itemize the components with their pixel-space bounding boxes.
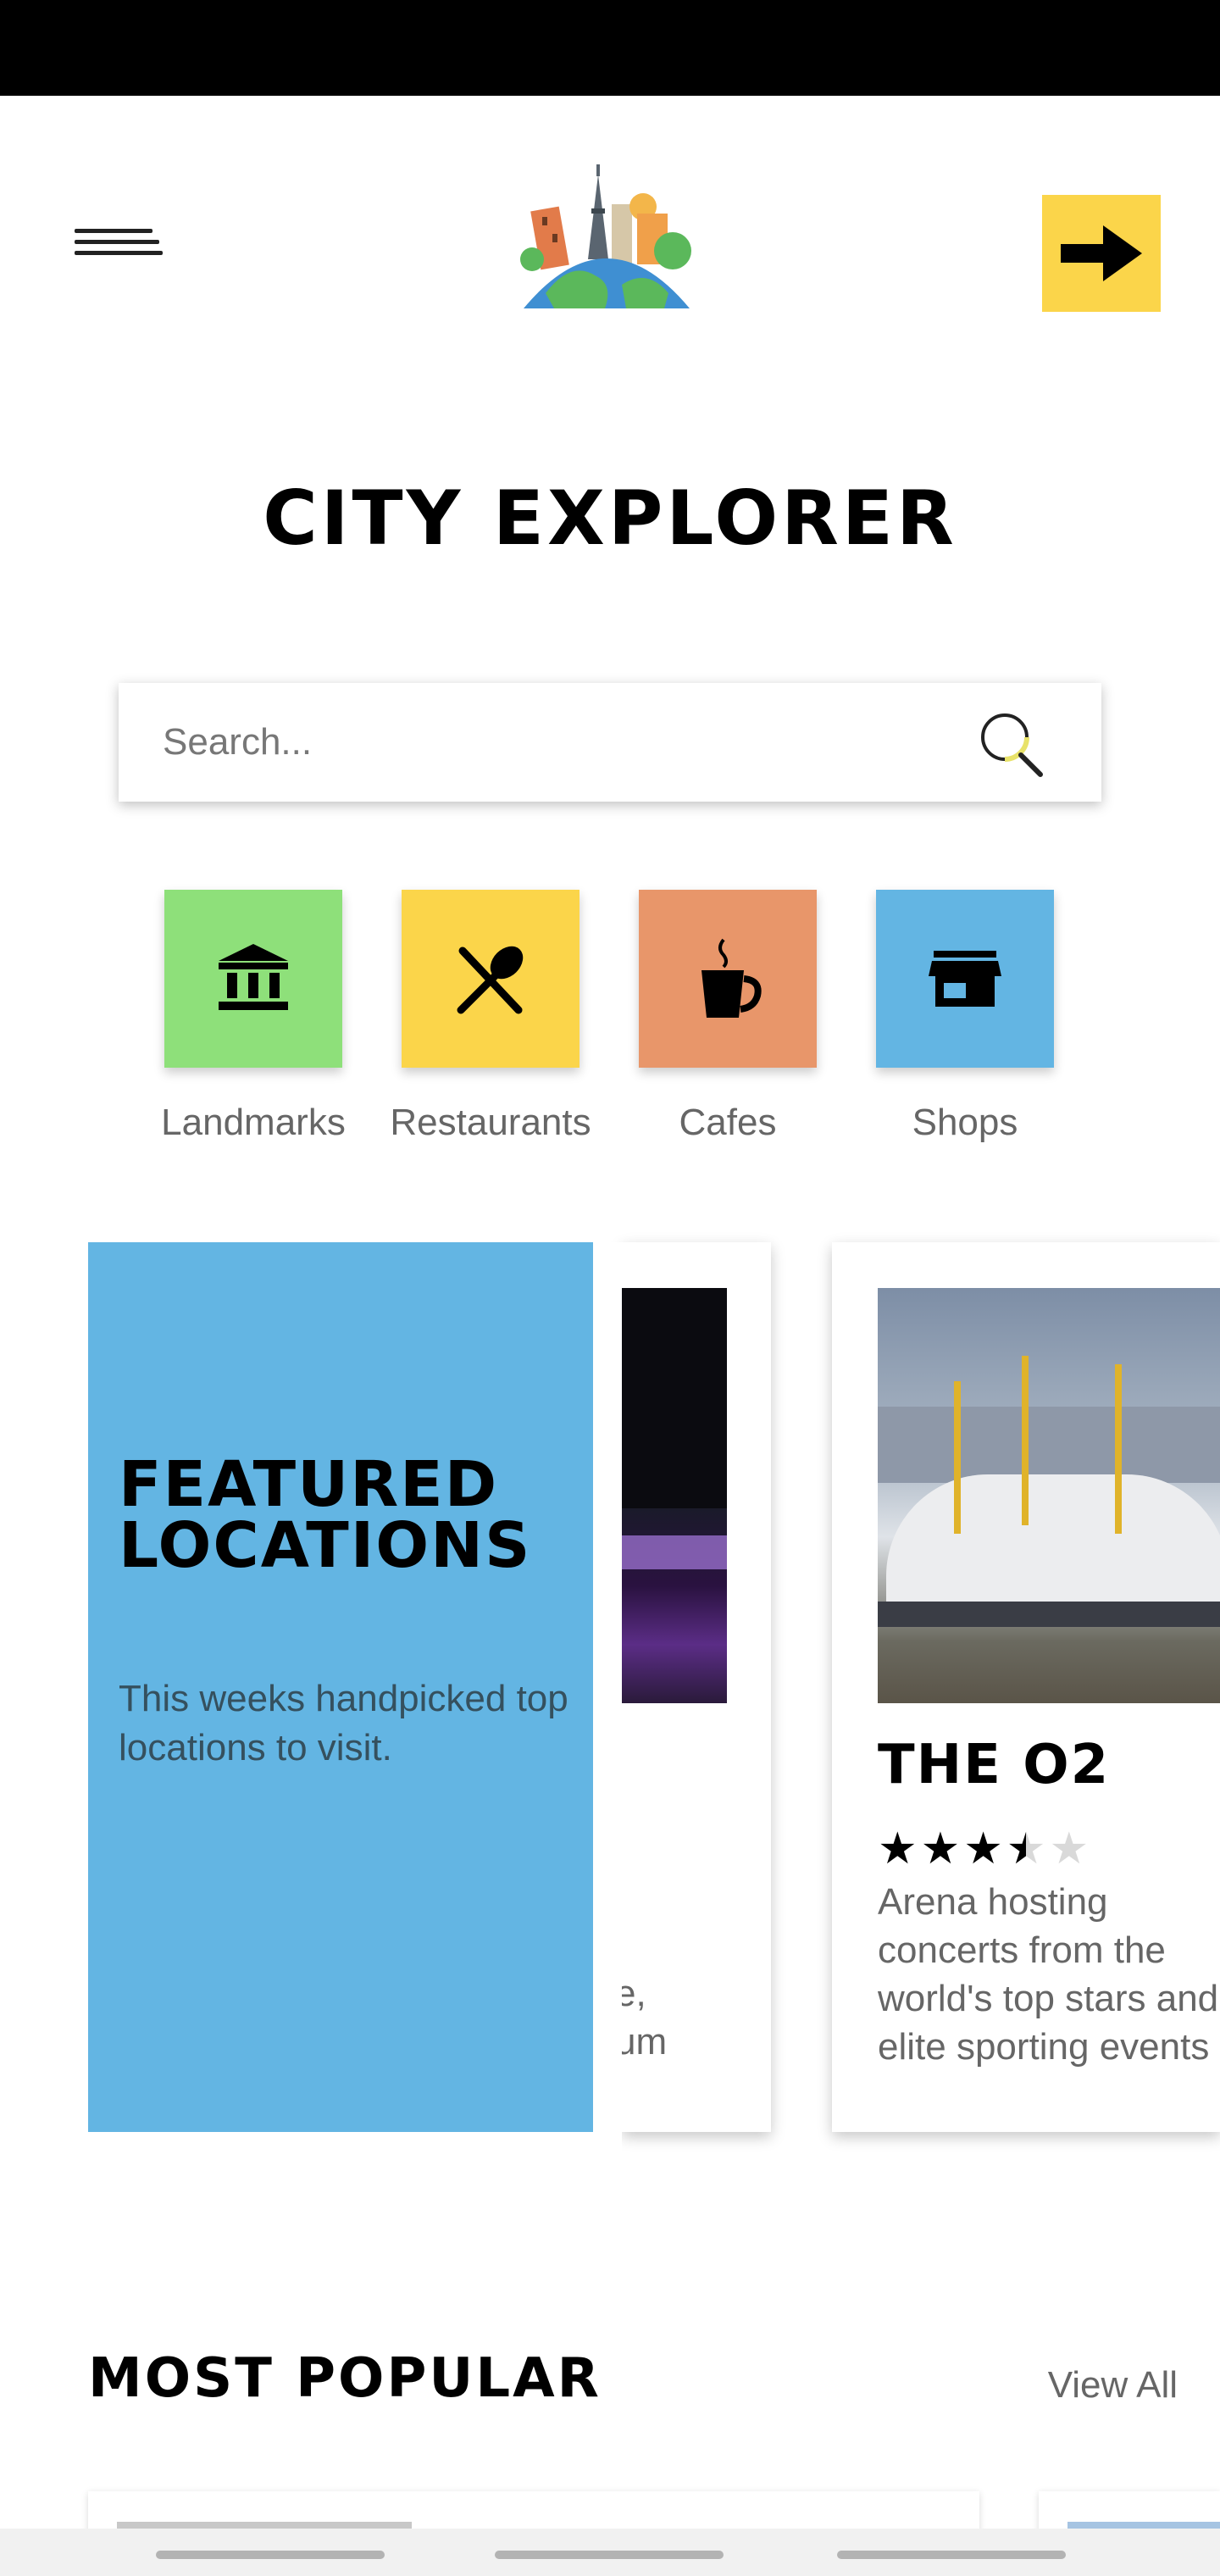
card-description-line: um xyxy=(622,2021,668,2062)
card-image xyxy=(622,1288,727,1703)
featured-title-line: FEATURED xyxy=(119,1448,499,1521)
card-title: THE O2 xyxy=(878,1734,1111,1796)
card-image xyxy=(878,1288,1220,1703)
nav-pill[interactable] xyxy=(837,2551,1066,2559)
landmark-icon xyxy=(219,944,288,1010)
search-icon[interactable] xyxy=(974,707,1051,783)
category-landmarks[interactable]: Landmarks xyxy=(161,890,346,1143)
location-card[interactable]: e, um xyxy=(622,1242,771,2132)
view-all-link[interactable]: View All xyxy=(1000,2364,1178,2407)
hamburger-menu-icon[interactable] xyxy=(75,229,163,276)
page-title: CITY EXPLORER xyxy=(263,475,957,562)
search-bar[interactable] xyxy=(119,683,1101,802)
utensils-icon xyxy=(457,946,524,1014)
star-icon: ★ xyxy=(920,1824,961,1874)
city-globe-logo xyxy=(520,158,693,310)
card-overlap-strip xyxy=(602,1242,622,2162)
card-description: Arena hosting concerts from the world's … xyxy=(878,1881,1219,2068)
nav-pill[interactable] xyxy=(495,2551,724,2559)
system-nav-bar xyxy=(0,2529,1220,2576)
status-bar xyxy=(0,0,1220,96)
category-tile[interactable] xyxy=(639,890,817,1068)
coffee-cup-icon xyxy=(702,938,762,1018)
rating-stars: ★ ★ ★ ★★ ★ xyxy=(878,1827,1089,1871)
category-restaurants[interactable]: Restaurants xyxy=(390,890,591,1143)
nav-pill[interactable] xyxy=(156,2551,385,2559)
search-input[interactable] xyxy=(163,713,925,771)
star-icon: ★ xyxy=(1049,1824,1090,1874)
card-description: e, um xyxy=(622,1969,734,2066)
storefront-icon xyxy=(929,951,1001,1007)
category-cafes[interactable]: Cafes xyxy=(639,890,817,1143)
featured-title: FEATURED LOCATIONS xyxy=(119,1448,593,1582)
category-shops[interactable]: Shops xyxy=(876,890,1054,1143)
next-button[interactable] xyxy=(1042,195,1161,312)
half-star-icon: ★★ xyxy=(1006,1824,1046,1874)
category-tile[interactable] xyxy=(402,890,580,1068)
category-label: Shops xyxy=(912,1102,1018,1143)
featured-title-line: LOCATIONS xyxy=(119,1509,532,1582)
star-icon: ★ xyxy=(878,1824,918,1874)
card-description-line: e, xyxy=(622,1973,646,2014)
arrow-right-icon xyxy=(1061,225,1142,281)
category-tile[interactable] xyxy=(164,890,342,1068)
star-icon: ★ xyxy=(963,1824,1003,1874)
section-title-most-popular: MOST POPULAR xyxy=(88,2347,602,2410)
featured-subtitle: This weeks handpicked top locations to v… xyxy=(119,1678,568,1768)
category-tile[interactable] xyxy=(876,890,1054,1068)
location-card[interactable]: THE O2 ★ ★ ★ ★★ ★ Arena hosting concerts… xyxy=(832,1242,1220,2132)
